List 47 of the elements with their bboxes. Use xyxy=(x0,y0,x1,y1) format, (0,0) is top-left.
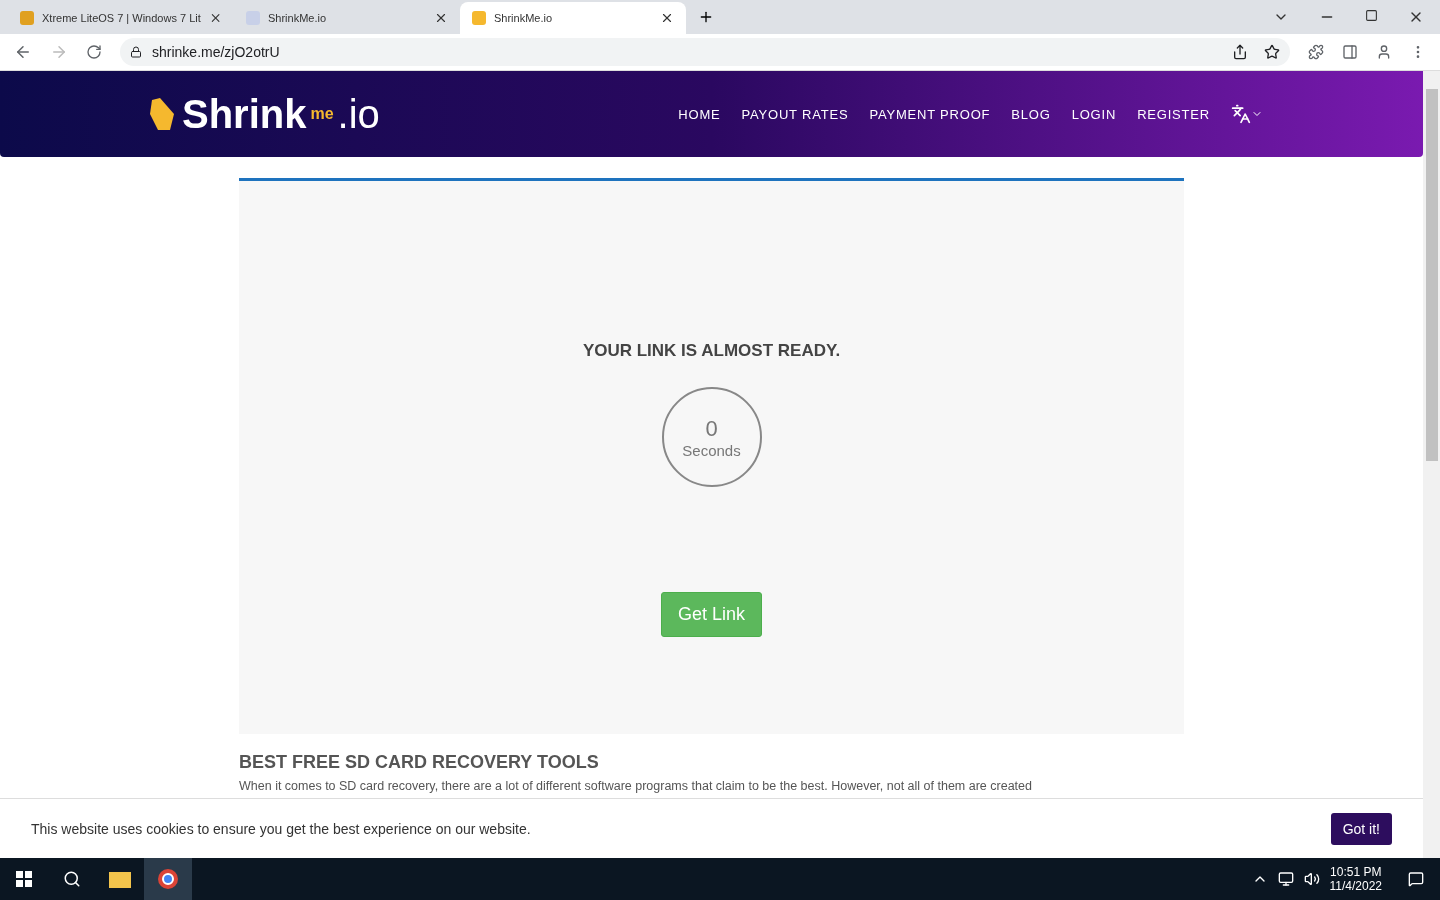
browser-tab[interactable]: ShrinkMe.io xyxy=(234,2,460,34)
nav-link[interactable]: PAYOUT RATES xyxy=(741,106,849,122)
nav-link[interactable]: LOGIN xyxy=(1071,106,1117,122)
browser-tab[interactable]: ShrinkMe.io xyxy=(460,2,686,34)
favicon-icon xyxy=(20,11,34,25)
puzzle-icon[interactable] xyxy=(1308,44,1324,60)
profile-icon[interactable] xyxy=(1376,44,1392,60)
nav-link[interactable]: PAYMENT PROOF xyxy=(869,106,991,122)
countdown-unit: Seconds xyxy=(682,441,741,459)
heading: YOUR LINK IS ALMOST READY. xyxy=(582,341,841,361)
tab-title: ShrinkMe.io xyxy=(268,12,328,24)
article-text: When it comes to SD card recovery, there are a lot of different software programs that claim to be the best. However, not all of them are created xyxy=(239,779,1033,793)
close-icon[interactable] xyxy=(434,11,448,25)
translate-icon xyxy=(1231,104,1251,124)
browser-tab[interactable]: Xtreme LiteOS 7 | Windows 7 Lit xyxy=(8,2,234,34)
article-heading: BEST FREE SD CARD RECOVERY TOOLS xyxy=(239,752,600,773)
volume-icon[interactable] xyxy=(1303,871,1320,887)
countdown-number: 0 xyxy=(705,415,718,442)
clock-date: 11/4/2022 xyxy=(1329,879,1382,893)
close-icon[interactable] xyxy=(660,11,674,25)
network-icon[interactable] xyxy=(1277,871,1294,887)
lock-icon xyxy=(130,46,142,58)
back-icon[interactable] xyxy=(14,43,32,61)
new-tab-icon[interactable] xyxy=(698,9,714,25)
reload-icon[interactable] xyxy=(86,44,102,60)
got-it-button[interactable]: Got it! xyxy=(1330,812,1392,845)
address-field[interactable]: shrinke.me/zjO2otrU xyxy=(120,38,1290,66)
nav-link[interactable]: REGISTER xyxy=(1137,106,1210,122)
chrome-icon[interactable] xyxy=(157,868,179,890)
nav-link[interactable]: BLOG xyxy=(1011,106,1051,122)
maximize-icon[interactable] xyxy=(1365,9,1378,22)
tab-title: Xtreme LiteOS 7 | Windows 7 Lit xyxy=(42,12,201,24)
nav-link[interactable]: HOME xyxy=(678,106,721,122)
tab-title: ShrinkMe.io xyxy=(494,12,554,24)
notification-icon[interactable] xyxy=(1408,871,1424,887)
cookie-text: This website uses cookies to ensure you get the best experience on our website. xyxy=(31,820,531,837)
scrollbar[interactable] xyxy=(1423,71,1440,858)
folder-icon[interactable] xyxy=(109,870,131,888)
star-icon[interactable] xyxy=(1264,44,1280,60)
favicon-icon xyxy=(472,11,486,25)
url-text: shrinke.me/zjO2otrU xyxy=(152,44,280,60)
clock-time: 10:51 PM xyxy=(1330,865,1382,879)
side-panel-icon[interactable] xyxy=(1342,44,1358,60)
language-selector[interactable] xyxy=(1231,104,1263,124)
search-icon[interactable] xyxy=(63,870,81,888)
windows-icon xyxy=(16,871,32,887)
share-icon[interactable] xyxy=(1232,44,1248,60)
